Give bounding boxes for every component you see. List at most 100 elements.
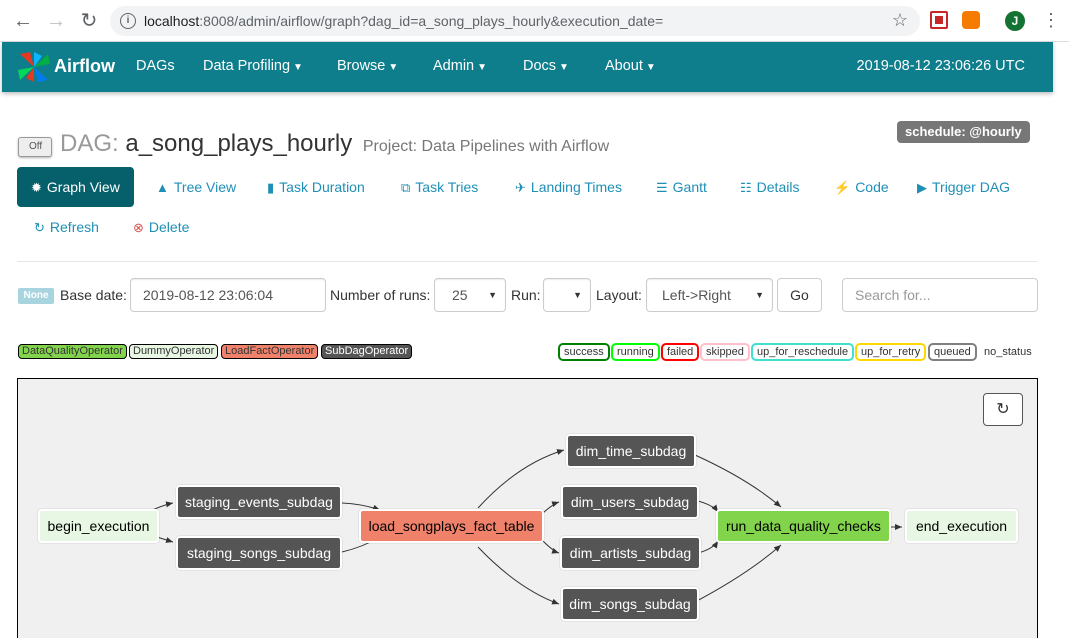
nav-about[interactable]: About ▼ [605,58,656,74]
nav-dags[interactable]: DAGs [136,58,175,74]
legend-status[interactable]: no_status [978,343,1038,361]
node-dim-users-subdag[interactable]: dim_users_subdag [561,485,699,519]
dag-name: a_song_plays_hourly [125,130,353,157]
edge [692,544,782,604]
graph-refresh-button[interactable]: ↻ [983,393,1023,426]
edge [697,540,719,554]
divider [17,261,1037,262]
chevron-down-icon: ▼ [293,62,303,73]
duplicate-icon: ⧉ [401,180,411,195]
asterisk-icon: ✹ [31,180,42,195]
legend-status[interactable]: queued [928,343,977,361]
legend-status[interactable]: up_for_retry [855,343,927,361]
edge [477,546,560,605]
edge [542,501,560,514]
base-date-input[interactable]: 2019-08-12 23:06:04 [130,278,326,312]
edge [697,500,719,513]
tab-task-tries[interactable]: ⧉ Task Tries [401,167,478,207]
play-circle-icon: ▶ [917,180,927,195]
layout-select[interactable]: Left->Right ▼ [646,278,773,312]
layout-label: Layout: [596,287,642,303]
tab-trigger-dag[interactable]: ▶ Trigger DAG [917,167,1010,207]
tab-gantt[interactable]: ☰ Gantt [656,167,707,207]
tree-icon: ▲ [156,180,169,195]
legend-operator[interactable]: LoadFactOperator [221,344,319,359]
chevron-down-icon: ▼ [477,62,488,73]
tab-tree-view[interactable]: ▲ Tree View [156,167,236,207]
legend-status[interactable]: skipped [700,343,750,361]
search-input[interactable]: Search for... [842,278,1038,312]
extension-icon[interactable] [930,11,948,29]
refresh-icon: ↻ [34,220,45,235]
node-run-data-quality-checks[interactable]: run_data_quality_checks [716,509,891,543]
base-date-label: Base date: [60,287,127,303]
airflow-navbar: Airflow DAGs Data Profiling ▼ Browse ▼ Adm… [2,42,1053,92]
num-runs-label: Number of runs: [330,287,431,303]
node-end-execution[interactable]: end_execution [905,509,1018,543]
caret-down-icon: ▼ [573,290,582,300]
node-dim-artists-subdag[interactable]: dim_artists_subdag [560,536,701,570]
edge [542,540,560,554]
dag-project: Project: Data Pipelines with Airflow [362,138,610,155]
run-select[interactable]: ▼ [543,278,591,312]
num-runs-select[interactable]: 25 ▼ [434,278,506,312]
server-time: 2019-08-12 23:06:26 UTC [856,58,1025,74]
nav-browse[interactable]: Browse ▼ [337,58,398,74]
info-icon[interactable]: i [120,13,136,29]
browser-menu-icon[interactable]: ⋮ [1042,10,1060,30]
legend-operator[interactable]: DataQualityOperator [18,344,127,359]
caret-down-icon: ▼ [488,290,497,300]
list-icon: ☷ [740,180,752,195]
tab-details[interactable]: ☷ Details [740,167,799,207]
tab-code[interactable]: ⚡ Code [834,167,889,207]
tab-delete[interactable]: ⊗ Delete [133,207,189,247]
node-staging-songs-subdag[interactable]: staging_songs_subdag [176,536,342,570]
dag-graph[interactable]: begin_execution staging_events_subdag st… [17,378,1038,638]
legend-operator[interactable]: SubDagOperator [321,344,413,359]
state-badge: None [18,288,54,304]
run-label: Run: [511,287,541,303]
go-button[interactable]: Go [777,278,822,312]
legend-operator[interactable]: DummyOperator [129,344,219,359]
align-left-icon: ☰ [656,180,668,195]
legend-status[interactable]: success [558,343,610,361]
chevron-down-icon: ▼ [645,62,656,73]
extension-icon[interactable] [962,11,980,29]
node-begin-execution[interactable]: begin_execution [38,509,159,543]
reload-icon[interactable]: ↻ [78,10,100,32]
dag-pause-toggle[interactable]: Off [18,137,52,157]
bookmark-star-icon[interactable]: ☆ [892,10,908,31]
tab-graph-view[interactable]: ✹ Graph View [17,167,134,207]
bar-chart-icon: ▮ [267,180,275,195]
node-load-songplays-fact-table[interactable]: load_songplays_fact_table [359,509,544,543]
legend-status[interactable]: running [611,343,660,361]
node-staging-events-subdag[interactable]: staging_events_subdag [176,485,342,519]
node-dim-time-subdag[interactable]: dim_time_subdag [566,434,696,468]
refresh-icon: ↻ [996,401,1010,418]
back-arrow-icon[interactable]: ← [12,10,34,32]
airflow-logo-icon[interactable] [16,50,52,84]
edge [477,449,565,509]
forward-arrow-icon[interactable]: → [45,10,67,32]
tab-landing-times[interactable]: ✈ Landing Times [515,167,622,207]
tab-refresh[interactable]: ↻ Refresh [34,207,99,247]
edge [694,454,782,508]
url-text: localhost:8008/admin/airflow/graph?dag_i… [144,13,664,29]
nav-data-profiling[interactable]: Data Profiling ▼ [203,58,303,74]
flash-icon: ⚡ [834,180,851,195]
caret-down-icon: ▼ [755,290,764,300]
remove-circle-icon: ⊗ [133,220,144,235]
brand-label[interactable]: Airflow [54,56,115,77]
chevron-down-icon: ▼ [559,62,569,73]
legend-status[interactable]: up_for_reschedule [751,343,855,361]
tab-task-duration[interactable]: ▮ Task Duration [267,167,365,207]
page-title: DAG: a_song_plays_hourly Project: Data P… [60,130,610,157]
schedule-badge: schedule: @hourly [897,121,1030,143]
nav-admin[interactable]: Admin ▼ [433,58,487,74]
nav-docs[interactable]: Docs ▼ [523,58,569,74]
profile-avatar[interactable]: J [1005,11,1025,31]
legend-status[interactable]: failed [661,343,700,361]
address-bar[interactable]: i localhost:8008/admin/airflow/graph?dag… [110,6,920,36]
node-dim-songs-subdag[interactable]: dim_songs_subdag [561,587,699,621]
chevron-down-icon: ▼ [388,62,399,73]
